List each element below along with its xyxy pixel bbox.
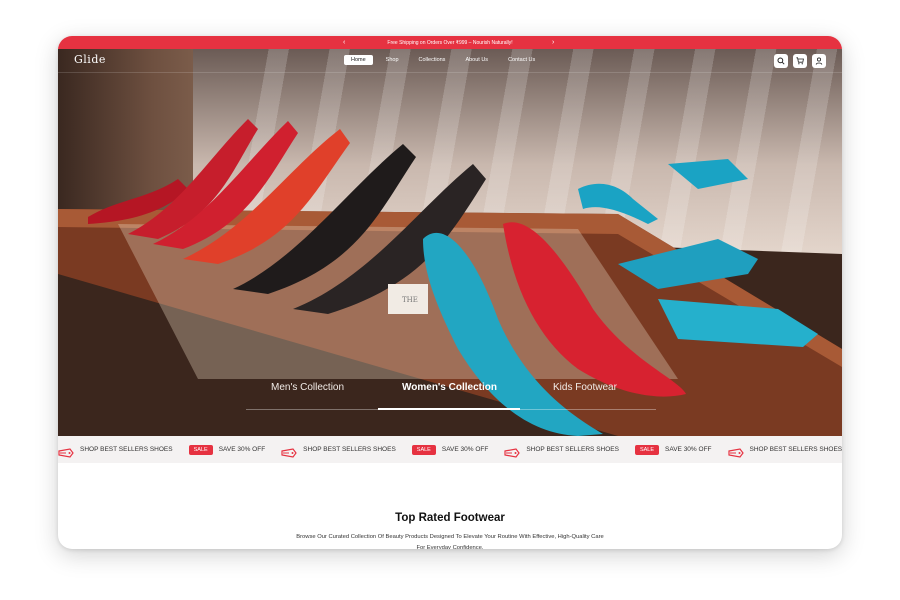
section-title: Top Rated Footwear [395,512,505,524]
browser-frame: THE ‹ Free Shipping on Orders Over ₹999 … [58,36,842,549]
cart-icon[interactable] [793,54,807,68]
nav-item-collections[interactable]: Collections [412,55,453,65]
search-icon[interactable] [774,54,788,68]
promo-text[interactable]: SHOP BEST SELLERS SHOES [303,446,396,453]
tag-icon [58,445,74,458]
sale-text[interactable]: SAVE 30% OFF [665,446,711,453]
nav-item-home[interactable]: Home [344,55,373,65]
shelf-sign: THE [402,296,418,304]
nav-menu: Home Shop Collections About Us Contact U… [344,55,542,65]
promo-chunk: SHOP BEST SELLERS SHOES SALE SAVE 30% OFF [504,444,727,458]
announcement-prev-button[interactable]: ‹ [343,36,345,49]
nav-item-about-us[interactable]: About Us [458,55,495,65]
tag-icon [727,445,744,458]
user-icon[interactable] [812,54,826,68]
active-tab-indicator [378,408,520,410]
sale-text[interactable]: SAVE 30% OFF [219,446,265,453]
tag-icon [281,445,297,458]
promo-marquee-row: SHOP BEST SELLERS SHOES SALE SAVE 30% OFF S… [58,436,842,463]
main-navigation: Glide Home Shop Collections About Us Con… [58,49,842,73]
promo-marquee: SHOP BEST SELLERS SHOES SALE SAVE 30% OFF S… [58,436,842,463]
tab-womens-collection[interactable]: Women's Collection [402,382,497,393]
promo-text[interactable]: SHOP BEST SELLERS SHOES [750,446,842,453]
announcement-next-button[interactable]: › [552,36,554,49]
header-icons [774,54,826,68]
promo-chunk: SHOP BEST SELLERS SHOES SALE SAVE 30% OFF [281,444,504,458]
nav-item-contact-us[interactable]: Contact Us [501,55,542,65]
tag-icon [504,445,521,458]
brand-logo[interactable]: Glide [74,53,106,66]
nav-item-shop[interactable]: Shop [379,55,406,65]
section-subtitle: Browse Our Curated Collection Of Beauty … [296,534,604,549]
promo-chunk: SHOP BEST SELLERS SHOESSALESAVE 30% OFF [727,445,842,458]
sale-badge: SALE [188,444,213,455]
sale-badge: SALE [634,444,660,455]
tab-kids-footwear[interactable]: Kids Footwear [553,382,617,393]
sale-badge: SALE [411,444,436,455]
promo-chunk: SHOP BEST SELLERS SHOES SALE SAVE 30% OFF [58,444,281,458]
promo-text[interactable]: SHOP BEST SELLERS SHOES [526,446,619,453]
promo-text[interactable]: SHOP BEST SELLERS SHOES [80,446,173,453]
sale-text[interactable]: SAVE 30% OFF [442,446,488,453]
announcement-text: Free Shipping on Orders Over ₹999 – Nour… [387,39,513,46]
tab-mens-collection[interactable]: Men's Collection [271,382,344,393]
collection-tabs: Men's Collection Women's Collection Kids… [246,376,656,411]
announcement-bar: ‹ Free Shipping on Orders Over ₹999 – No… [58,36,842,49]
